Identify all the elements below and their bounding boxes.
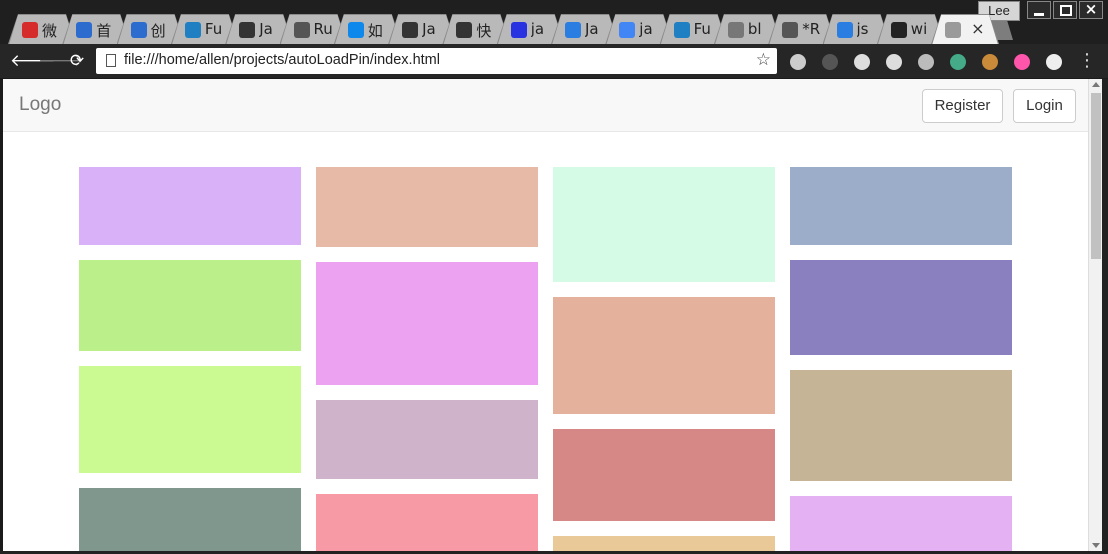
tab-close-icon[interactable]: × xyxy=(971,19,984,38)
page-viewport: Logo Register Login xyxy=(3,79,1088,551)
pin-card[interactable] xyxy=(790,496,1012,551)
baidu-icon xyxy=(510,22,527,38)
google-icon xyxy=(619,22,636,38)
rocket-icon xyxy=(76,22,93,38)
navbar: Logo Register Login xyxy=(3,79,1088,132)
tab-title: 微 xyxy=(42,22,58,40)
tab-title: Ja xyxy=(259,20,273,38)
pin-card[interactable] xyxy=(553,167,775,282)
tab-title: js xyxy=(856,20,869,38)
weibo-icon xyxy=(22,22,38,38)
minimize-button[interactable] xyxy=(1027,1,1051,19)
scroll-down-arrow-icon[interactable] xyxy=(1092,543,1100,548)
pin-card[interactable] xyxy=(790,370,1012,481)
pin-card[interactable] xyxy=(553,536,775,551)
ext-grey-icon[interactable] xyxy=(822,54,838,70)
active-tab[interactable]: × xyxy=(931,14,1000,44)
tab-title: Ja xyxy=(422,20,436,38)
pin-card[interactable] xyxy=(553,429,775,521)
translate-icon xyxy=(836,22,853,38)
tab-title: *R xyxy=(802,20,821,38)
register-button[interactable]: Register xyxy=(922,89,1003,123)
pin-card[interactable] xyxy=(79,167,301,245)
pin-card[interactable] xyxy=(790,260,1012,355)
reload-button[interactable]: ⟳ xyxy=(66,50,88,72)
ext-c-icon[interactable] xyxy=(1046,54,1062,70)
github-icon xyxy=(890,22,907,38)
pin-card[interactable] xyxy=(79,366,301,473)
ext-notify-icon[interactable] xyxy=(790,54,806,70)
tab-title: 首 xyxy=(96,22,112,40)
address-bar[interactable]: file:///home/allen/projects/autoLoadPin/… xyxy=(96,48,777,74)
url-text: file:///home/allen/projects/autoLoadPin/… xyxy=(124,52,440,68)
pin-card[interactable] xyxy=(553,297,775,414)
tab-title: 快 xyxy=(476,22,492,40)
close-icon: × xyxy=(1084,0,1098,18)
pin-card[interactable] xyxy=(790,167,1012,245)
forward-button[interactable]: 🡒 xyxy=(38,50,84,72)
cloud-icon xyxy=(673,22,690,38)
r-icon xyxy=(293,22,310,38)
scroll-up-arrow-icon[interactable] xyxy=(1092,82,1100,87)
logo[interactable]: Logo xyxy=(19,94,61,116)
mail-icon[interactable] xyxy=(886,54,902,70)
tab-strip: 微首创 Fu Ja Ru 如 Ja 快 ja Ja ja Fu bl *R js wi × Lee × xyxy=(0,0,1108,44)
tab-title: 如 xyxy=(367,22,383,40)
browser-toolbar: 🡐 🡒 ⟳ file:///home/allen/projects/autoLo… xyxy=(0,44,1108,78)
tab-title: Fu xyxy=(693,20,711,38)
pin-card[interactable] xyxy=(316,262,538,385)
tab-title: ja xyxy=(530,20,545,38)
cookie-icon[interactable] xyxy=(982,54,998,70)
zhihu-icon xyxy=(347,22,364,38)
tab-title: bl xyxy=(747,20,762,38)
tab-title: wi xyxy=(910,20,928,38)
color-wheel-icon[interactable] xyxy=(1014,54,1030,70)
menu-icon[interactable]: ⋮ xyxy=(1078,50,1096,72)
book-icon xyxy=(239,22,256,38)
window-frame xyxy=(1102,79,1108,554)
ext-color-ring-icon[interactable] xyxy=(950,54,966,70)
ext-resume-icon[interactable] xyxy=(854,54,870,70)
cloud-icon xyxy=(184,22,201,38)
close-window-button[interactable]: × xyxy=(1079,0,1103,19)
bookmark-star-icon[interactable]: ☆ xyxy=(756,50,771,70)
login-button[interactable]: Login xyxy=(1013,89,1076,123)
rocket-icon xyxy=(130,22,147,38)
translate-icon xyxy=(565,22,581,38)
pin-card[interactable] xyxy=(79,260,301,351)
tab-title: Ru xyxy=(313,20,333,38)
r-icon xyxy=(782,22,799,38)
tab-title: Ja xyxy=(585,20,599,38)
maximize-button[interactable] xyxy=(1053,1,1077,19)
scrollbar[interactable] xyxy=(1088,79,1102,551)
eyedropper-icon[interactable] xyxy=(918,54,934,70)
pin-card[interactable] xyxy=(79,488,301,551)
page-icon xyxy=(727,22,744,38)
pin-card[interactable] xyxy=(316,494,538,551)
tab-title: 创 xyxy=(150,22,166,40)
book-icon xyxy=(402,22,419,38)
page-icon xyxy=(945,22,962,38)
back-button[interactable]: 🡐 xyxy=(10,50,56,72)
tab-title: ja xyxy=(639,20,653,38)
pin-card[interactable] xyxy=(316,400,538,479)
book-icon xyxy=(456,22,473,38)
page-icon xyxy=(106,54,116,67)
scrollbar-thumb[interactable] xyxy=(1091,93,1101,259)
tab-title: Fu xyxy=(204,20,223,38)
pin-card[interactable] xyxy=(316,167,538,247)
